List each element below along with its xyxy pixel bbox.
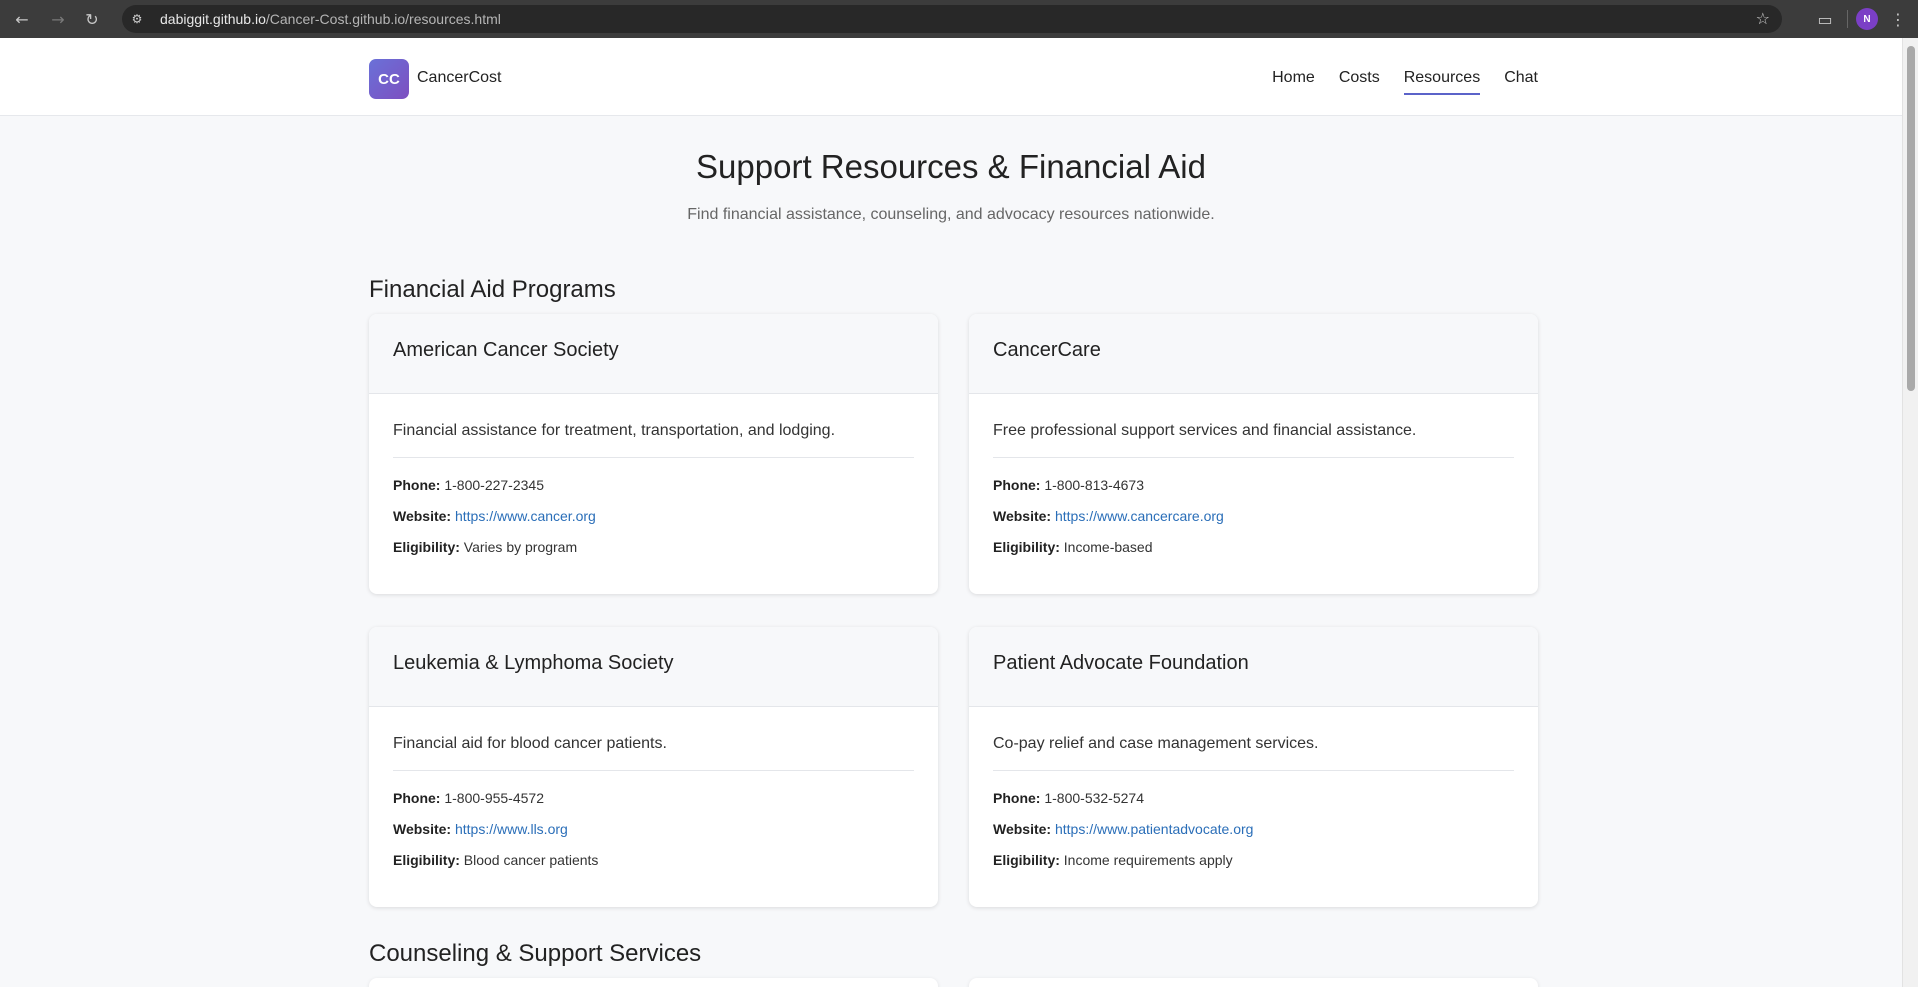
card-description: Free professional support services and f… [993,422,1514,458]
phone-value: 1-800-227-2345 [444,477,544,493]
eligibility-value: Varies by program [463,539,578,555]
nav-chat[interactable]: Chat [1504,69,1538,93]
eligibility-label: Eligibility: [393,852,460,868]
section-heading-financial-aid: Financial Aid Programs [369,276,616,303]
bookmark-star-icon[interactable]: ☆ [1756,9,1770,28]
website-link[interactable]: https://www.cancer.org [455,508,596,524]
phone-label: Phone: [393,477,441,493]
nav-resources[interactable]: Resources [1403,69,1481,95]
url-path: /Cancer-Cost.github.io/resources.html [265,11,501,27]
resource-card-partial [969,978,1538,987]
website-row: Website: https://www.lls.org [393,821,914,840]
resource-card: American Cancer Society Financial assist… [369,314,938,594]
phone-row: Phone: 1-800-532-5274 [993,790,1514,809]
card-description: Co-pay relief and case management servic… [993,735,1514,771]
eligibility-value: Income requirements apply [1063,852,1233,868]
website-row: Website: https://www.cancer.org [393,508,914,527]
phone-row: Phone: 1-800-955-4572 [393,790,914,809]
logo[interactable]: CC [369,59,409,99]
resource-card: CancerCare Free professional support ser… [969,314,1538,594]
phone-row: Phone: 1-800-227-2345 [393,477,914,496]
website-link[interactable]: https://www.patientadvocate.org [1055,821,1253,837]
card-title: Leukemia & Lymphoma Society [369,627,938,707]
page-subtitle: Find financial assistance, counseling, a… [687,206,1215,223]
scrollbar-thumb[interactable] [1907,46,1915,391]
website-label: Website: [993,508,1052,524]
browser-toolbar: ← → ↻ ⚙ dabiggit.github.io/Cancer-Cost.g… [0,0,1918,38]
cast-icon[interactable]: ▭ [1811,5,1839,33]
eligibility-value: Income-based [1063,539,1153,555]
site-header: CC CancerCost Home Costs Resources Chat [0,38,1902,116]
nav-costs[interactable]: Costs [1339,69,1380,93]
phone-value: 1-800-813-4673 [1044,477,1144,493]
website-label: Website: [393,821,452,837]
card-title: American Cancer Society [369,314,938,394]
phone-value: 1-800-955-4572 [444,790,544,806]
toolbar-divider [1847,10,1848,28]
resource-card-partial [369,978,938,987]
section-heading-counseling: Counseling & Support Services [369,940,702,967]
website-row: Website: https://www.cancercare.org [993,508,1514,527]
address-bar[interactable]: ⚙ dabiggit.github.io/Cancer-Cost.github.… [122,5,1782,33]
eligibility-label: Eligibility: [393,539,460,555]
card-title: CancerCare [969,314,1538,394]
eligibility-value: Blood cancer patients [463,852,599,868]
eligibility-row: Eligibility: Varies by program [393,539,914,558]
phone-value: 1-800-532-5274 [1044,790,1144,806]
main-nav: Home Costs Resources Chat [1272,69,1538,95]
phone-label: Phone: [993,790,1041,806]
nav-home[interactable]: Home [1272,69,1315,93]
website-label: Website: [393,508,452,524]
website-link[interactable]: https://www.lls.org [455,821,568,837]
resource-card: Leukemia & Lymphoma Society Financial ai… [369,627,938,907]
eligibility-row: Eligibility: Blood cancer patients [393,852,914,871]
forward-icon[interactable]: → [44,5,72,33]
url-text[interactable]: dabiggit.github.io/Cancer-Cost.github.io… [160,11,501,27]
card-title: Patient Advocate Foundation [969,627,1538,707]
phone-row: Phone: 1-800-813-4673 [993,477,1514,496]
eligibility-row: Eligibility: Income-based [993,539,1514,558]
site-info-icon[interactable]: ⚙ [124,6,150,32]
card-description: Financial assistance for treatment, tran… [393,422,914,458]
website-link[interactable]: https://www.cancercare.org [1055,508,1224,524]
page-scrollbar[interactable] [1902,38,1918,987]
page-title: Support Resources & Financial Aid [696,148,1206,185]
phone-label: Phone: [993,477,1041,493]
phone-label: Phone: [393,790,441,806]
eligibility-row: Eligibility: Income requirements apply [993,852,1514,871]
reload-icon[interactable]: ↻ [78,5,106,33]
profile-avatar[interactable]: N [1856,8,1878,30]
card-description: Financial aid for blood cancer patients. [393,735,914,771]
brand-name[interactable]: CancerCost [417,69,501,87]
website-row: Website: https://www.patientadvocate.org [993,821,1514,840]
eligibility-label: Eligibility: [993,539,1060,555]
back-icon[interactable]: ← [8,5,36,33]
menu-icon[interactable]: ⋮ [1884,5,1912,33]
website-label: Website: [993,821,1052,837]
eligibility-label: Eligibility: [993,852,1060,868]
url-host: dabiggit.github.io [160,11,266,27]
resource-card: Patient Advocate Foundation Co-pay relie… [969,627,1538,907]
